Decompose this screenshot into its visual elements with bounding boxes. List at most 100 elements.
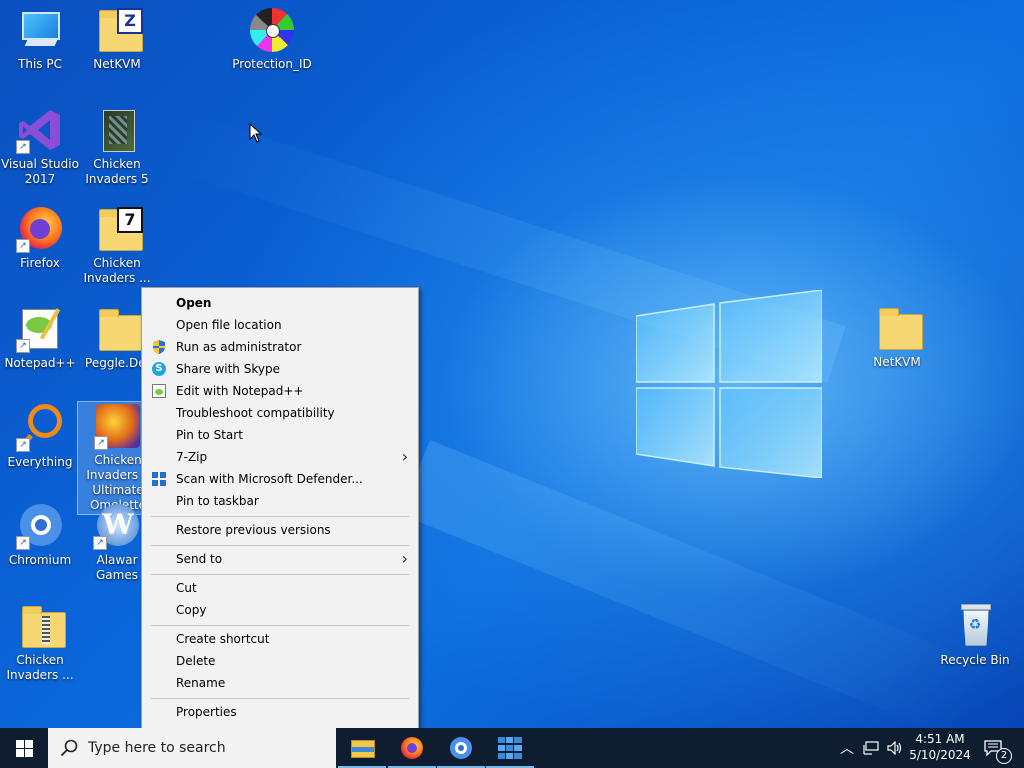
menu-item-rename[interactable]: Rename (142, 672, 418, 694)
menu-item-label: Delete (176, 654, 216, 668)
skype-icon: S (152, 362, 166, 376)
menu-item-label: Open (176, 296, 212, 310)
shortcut-arrow-icon: ↗ (16, 536, 30, 550)
recycle-bin-icon: ♻ (951, 602, 999, 650)
shortcut-arrow-icon: ↗ (16, 438, 30, 452)
desktop-icon-visual-studio[interactable]: ↗ Visual Studio 2017 (0, 106, 80, 187)
mouse-cursor-icon (249, 123, 263, 143)
desktop-icon-chicken-invaders-5[interactable]: Chicken Invaders 5 (77, 106, 157, 187)
desktop-icon-this-pc[interactable]: This PC (0, 6, 80, 72)
menu-separator (151, 625, 409, 626)
desktop-icon-protection-id[interactable]: Protection_ID (232, 6, 312, 72)
search-placeholder: Type here to search (88, 740, 226, 756)
menu-item-open[interactable]: Open (142, 292, 418, 314)
network-icon (863, 741, 879, 755)
desktop-icon-netkvm-folder[interactable]: NetKVM (857, 304, 937, 370)
desktop-icon-firefox[interactable]: ↗ Firefox (0, 205, 80, 271)
start-button[interactable] (0, 728, 48, 768)
zip-archive-icon: Z (93, 6, 143, 54)
everything-search-icon: ↗ (16, 404, 64, 452)
menu-item-scan-with-defender[interactable]: Scan with Microsoft Defender... (142, 468, 418, 490)
chromium-icon (450, 737, 472, 759)
taskbar-app-grid[interactable] (486, 728, 534, 768)
defender-icon (152, 472, 166, 486)
context-menu: Open Open file location Run as administr… (141, 287, 419, 728)
firefox-icon (401, 737, 423, 759)
desktop-icon-chicken-invaders-folder[interactable]: Chicken Invaders ... (0, 602, 80, 683)
desktop-icon-chicken-invaders-7z[interactable]: 7 Chicken Invaders ... (77, 205, 157, 286)
menu-item-run-as-administrator[interactable]: Run as administrator (142, 336, 418, 358)
clock-time: 4:51 AM (915, 732, 965, 746)
menu-item-open-file-location[interactable]: Open file location (142, 314, 418, 336)
menu-item-label: Restore previous versions (176, 523, 331, 537)
menu-item-label: Pin to taskbar (176, 494, 259, 508)
action-center-button[interactable]: 2 (976, 728, 1016, 768)
search-icon (60, 739, 78, 757)
taskbar-firefox[interactable] (388, 728, 436, 768)
volume-button[interactable] (884, 728, 906, 768)
clock[interactable]: 4:51 AM 5/10/2024 (908, 728, 972, 768)
menu-item-label: 7-Zip (176, 450, 208, 464)
icon-label: Chromium (8, 553, 72, 567)
menu-item-properties[interactable]: Properties (142, 701, 418, 723)
shortcut-arrow-icon: ↗ (16, 239, 30, 253)
desktop-icon-recycle-bin[interactable]: ♻ Recycle Bin (935, 602, 1015, 668)
menu-separator (151, 516, 409, 517)
chevron-right-icon: › (401, 447, 408, 466)
menu-item-create-shortcut[interactable]: Create shortcut (142, 628, 418, 650)
menu-item-pin-to-start[interactable]: Pin to Start (142, 424, 418, 446)
network-button[interactable] (860, 728, 882, 768)
desktop-icon-netkvm-zip[interactable]: Z NetKVM (77, 6, 157, 72)
taskbar-file-explorer[interactable] (338, 728, 386, 768)
menu-item-pin-to-taskbar[interactable]: Pin to taskbar (142, 490, 418, 512)
menu-item-label: Share with Skype (176, 362, 280, 376)
icon-label: Notepad++ (4, 356, 76, 370)
menu-item-send-to[interactable]: Send to › (142, 548, 418, 570)
menu-item-troubleshoot-compatibility[interactable]: Troubleshoot compatibility (142, 402, 418, 424)
icon-label: Everything (7, 455, 73, 469)
folder-icon (873, 304, 923, 352)
menu-separator (151, 698, 409, 699)
menu-item-label: Rename (176, 676, 226, 690)
desktop-icon-everything[interactable]: ↗ Everything (0, 404, 80, 470)
notepadpp-icon: ↗ (16, 305, 64, 353)
7zip-archive-icon: 7 (93, 205, 143, 253)
desktop-icon-chromium[interactable]: ↗ Chromium (0, 502, 80, 568)
shortcut-arrow-icon: ↗ (16, 140, 30, 154)
desktop[interactable]: This PC ↗ Visual Studio 2017 ↗ Firefox ↗… (0, 0, 1024, 728)
menu-item-label: Properties (176, 705, 237, 719)
computer-icon (16, 6, 64, 54)
menu-item-label: Edit with Notepad++ (176, 384, 304, 398)
menu-item-cut[interactable]: Cut (142, 577, 418, 599)
menu-item-delete[interactable]: Delete (142, 650, 418, 672)
start-apps-icon (498, 737, 522, 759)
game-box-icon (93, 106, 141, 154)
menu-item-label: Run as administrator (176, 340, 302, 354)
icon-label: Chicken Invaders ... (83, 256, 151, 285)
shortcut-arrow-icon: ↗ (94, 436, 108, 450)
folder-icon (93, 305, 143, 353)
show-hidden-icons-button[interactable]: ︿ (836, 728, 856, 768)
windows-start-icon (16, 740, 33, 757)
menu-item-share-with-skype[interactable]: S Share with Skype (142, 358, 418, 380)
taskbar-search-box[interactable]: Type here to search (48, 728, 336, 768)
firefox-icon: ↗ (16, 205, 64, 253)
alawar-icon: W ↗ (93, 502, 141, 550)
icon-label: Firefox (20, 256, 60, 270)
menu-item-label: Scan with Microsoft Defender... (176, 472, 363, 486)
taskbar-chromium[interactable] (437, 728, 485, 768)
desktop-icon-notepadpp[interactable]: ↗ Notepad++ (0, 305, 80, 371)
notification-count-badge: 2 (996, 748, 1012, 764)
icon-label: This PC (18, 57, 62, 71)
notepadpp-icon (152, 384, 166, 398)
menu-item-label: Cut (176, 581, 197, 595)
menu-item-7zip[interactable]: 7-Zip › (142, 446, 418, 468)
visual-studio-icon: ↗ (16, 106, 64, 154)
menu-item-edit-with-notepadpp[interactable]: Edit with Notepad++ (142, 380, 418, 402)
zip-folder-icon (16, 602, 66, 650)
windows-logo (636, 290, 822, 478)
protection-id-icon (248, 6, 296, 54)
menu-item-restore-previous-versions[interactable]: Restore previous versions (142, 519, 418, 541)
menu-item-copy[interactable]: Copy (142, 599, 418, 621)
menu-item-label: Create shortcut (176, 632, 270, 646)
